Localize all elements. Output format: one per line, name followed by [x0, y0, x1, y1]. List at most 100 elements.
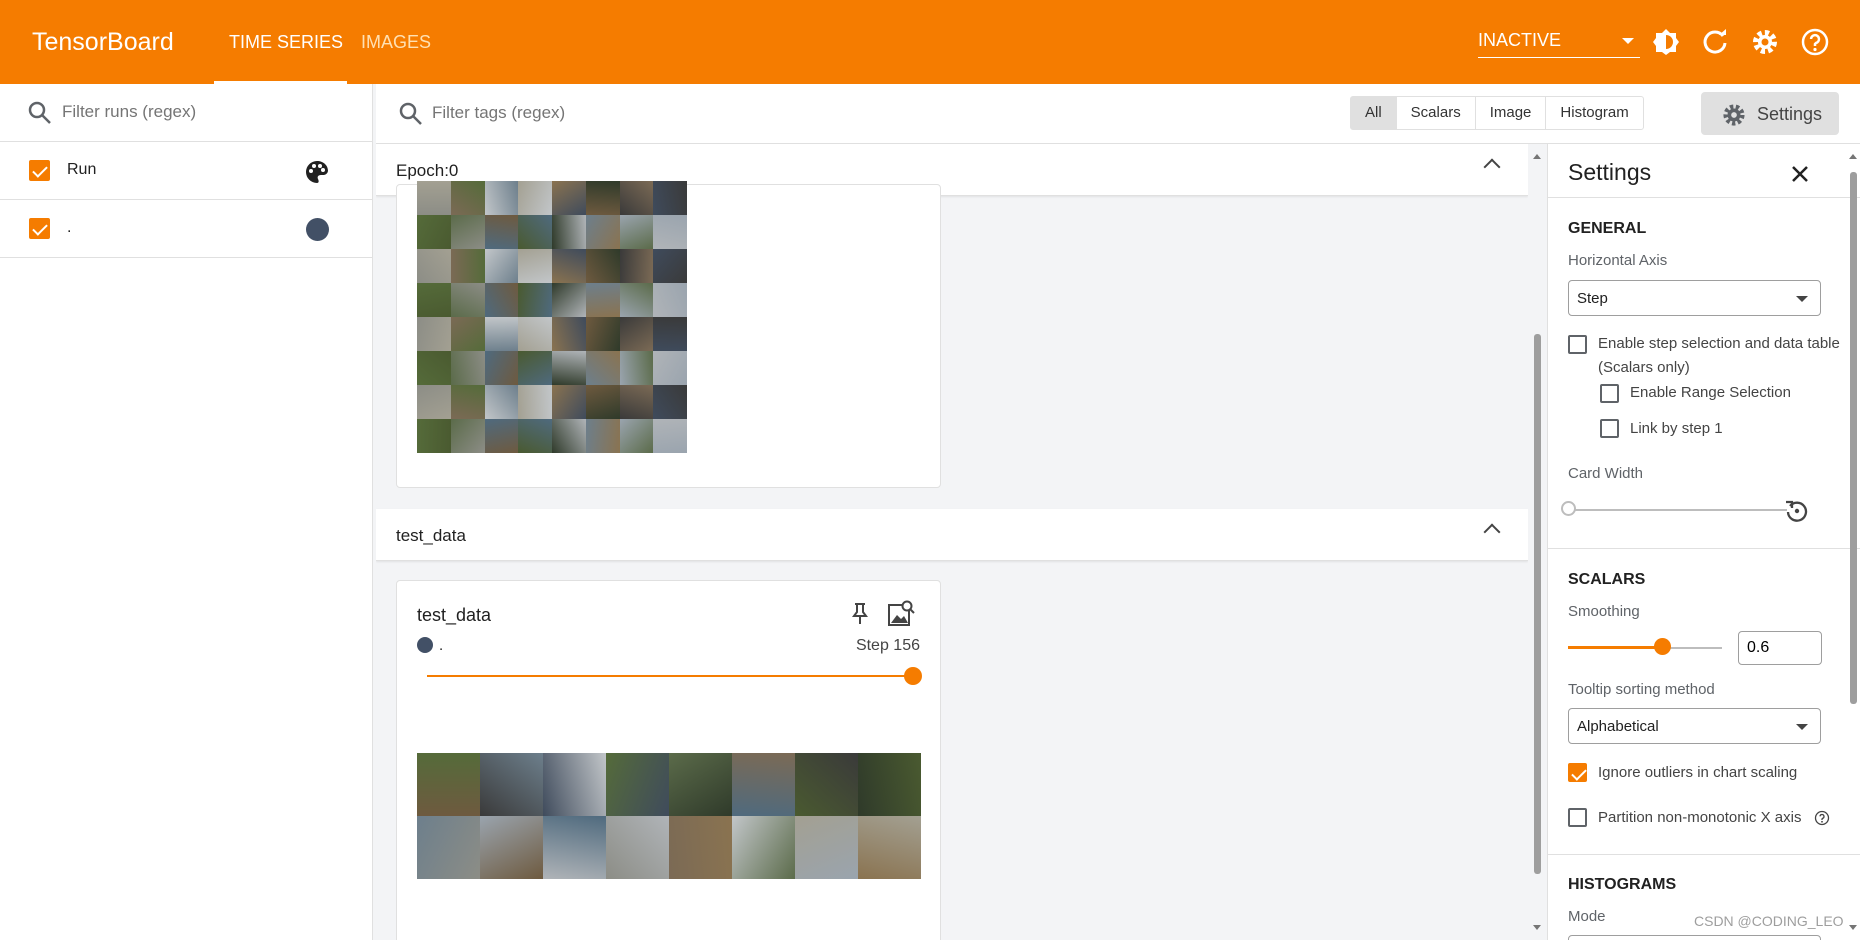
run-color-swatch[interactable] [306, 218, 329, 241]
scroll-thumb[interactable] [1534, 334, 1541, 874]
smoothing-thumb[interactable] [1654, 638, 1671, 655]
link-by-step-checkbox[interactable] [1600, 419, 1619, 438]
partition-checkbox[interactable] [1568, 808, 1587, 827]
run-filter-input[interactable] [62, 102, 342, 122]
image-sample-tile [653, 317, 687, 351]
image-sample-tile [480, 816, 543, 879]
filter-all-button[interactable]: All [1351, 97, 1397, 129]
image-sample-tile [417, 283, 451, 317]
smoothing-input[interactable] [1738, 631, 1822, 665]
run-row[interactable]: Run [0, 142, 372, 200]
filter-scalars-button[interactable]: Scalars [1397, 97, 1476, 129]
run-label: . [67, 219, 72, 236]
scroll-up-icon[interactable] [1847, 152, 1859, 160]
image-sample-tile [585, 249, 620, 283]
chevron-up-icon[interactable] [1483, 523, 1501, 541]
image-sample-tile [795, 753, 858, 816]
search-icon [28, 101, 51, 124]
filter-image-button[interactable]: Image [1476, 97, 1547, 129]
tooltip-sort-label: Tooltip sorting method [1568, 681, 1715, 698]
scroll-thumb[interactable] [1850, 172, 1857, 704]
step-slider-thumb[interactable] [904, 667, 922, 685]
reset-icon[interactable] [1783, 497, 1811, 525]
image-sample-tile [653, 215, 687, 249]
image-sample-tile [450, 181, 485, 215]
image-sample-tile [795, 816, 858, 879]
smoothing-label: Smoothing [1568, 603, 1640, 620]
image-sample-tile [585, 215, 620, 249]
image-sample-tile [543, 816, 606, 879]
scroll-up-icon[interactable] [1531, 152, 1543, 160]
chevron-up-icon[interactable] [1483, 158, 1501, 176]
image-sample-tile [732, 753, 795, 816]
group-title: test_data [396, 526, 466, 545]
scroll-down-icon[interactable] [1847, 924, 1859, 932]
image-sample-tile [552, 181, 586, 215]
group-header-test-data[interactable]: test_data [376, 509, 1528, 561]
image-sample-tile [417, 215, 451, 249]
tag-filter-input[interactable] [432, 103, 932, 123]
pin-icon[interactable] [850, 602, 870, 626]
image-sample-tile [585, 181, 620, 215]
card-step-label: Step 156 [855, 637, 920, 654]
image-sample-tile [858, 753, 921, 816]
settings-button[interactable]: Settings [1701, 92, 1839, 135]
image-sample-tile [552, 351, 586, 385]
settings-scrollbar[interactable] [1846, 144, 1860, 940]
run-row[interactable]: . [0, 200, 372, 258]
range-selection-checkbox[interactable] [1600, 384, 1619, 403]
image-sample-tile [619, 419, 654, 453]
run-checkbox[interactable] [29, 218, 50, 239]
help-icon[interactable] [1814, 810, 1830, 826]
image-sample-tile [484, 317, 519, 351]
smoothing-fill [1568, 646, 1662, 649]
plugin-status-select[interactable]: INACTIVE [1478, 30, 1640, 58]
run-checkbox[interactable] [29, 160, 50, 181]
image-sample-tile [417, 385, 451, 419]
settings-icon[interactable] [1749, 26, 1781, 58]
settings-title: Settings [1568, 159, 1652, 185]
card-width-thumb[interactable] [1561, 501, 1576, 516]
tab-time-series[interactable]: TIME SERIES [229, 32, 343, 53]
image-sample-grid [417, 181, 687, 453]
card-run-label: . [439, 637, 444, 654]
image-sample-tile [450, 419, 485, 453]
image-sample-tile [669, 816, 732, 879]
tab-images[interactable]: IMAGES [361, 32, 431, 53]
image-sample-tile [619, 283, 654, 317]
group-title: Epoch:0 [396, 161, 459, 180]
image-sample-tile [484, 215, 519, 249]
tooltip-sort-select[interactable]: Alphabetical [1568, 708, 1821, 744]
histogram-mode-label: Mode [1568, 908, 1606, 925]
range-selection-label: Enable Range Selection [1630, 384, 1791, 401]
scroll-down-icon[interactable] [1531, 924, 1543, 932]
time-series-content: Epoch:0 test_data test_data . Step 156 [376, 144, 1528, 940]
image-sample-tile [518, 215, 552, 249]
divider [1548, 854, 1860, 855]
content-scrollbar[interactable] [1530, 144, 1544, 940]
card-width-track[interactable] [1569, 509, 1787, 511]
image-sample-tile [417, 816, 480, 879]
image-sample-tile [450, 385, 485, 419]
help-icon[interactable] [1799, 26, 1831, 58]
theme-icon[interactable] [1650, 26, 1682, 58]
divider [1548, 548, 1860, 549]
image-sample-tile [518, 351, 552, 385]
step-selection-checkbox[interactable] [1568, 335, 1587, 354]
filter-histogram-button[interactable]: Histogram [1546, 97, 1642, 129]
image-sample-tile [417, 419, 451, 453]
image-settings-icon[interactable] [887, 599, 915, 627]
image-sample-tile [484, 419, 519, 453]
palette-icon[interactable] [304, 159, 330, 185]
image-sample-tile [484, 181, 519, 215]
ignore-outliers-checkbox[interactable] [1568, 763, 1587, 782]
histogram-mode-select[interactable] [1568, 935, 1821, 940]
step-slider-track[interactable] [427, 675, 911, 677]
image-sample-tile [653, 419, 687, 453]
horizontal-axis-select[interactable]: Step [1568, 280, 1821, 316]
reload-icon[interactable] [1699, 26, 1731, 58]
image-sample-tile [518, 385, 552, 419]
image-sample-tile [669, 753, 732, 816]
image-sample-tile [518, 419, 552, 453]
close-icon[interactable] [1786, 160, 1814, 188]
